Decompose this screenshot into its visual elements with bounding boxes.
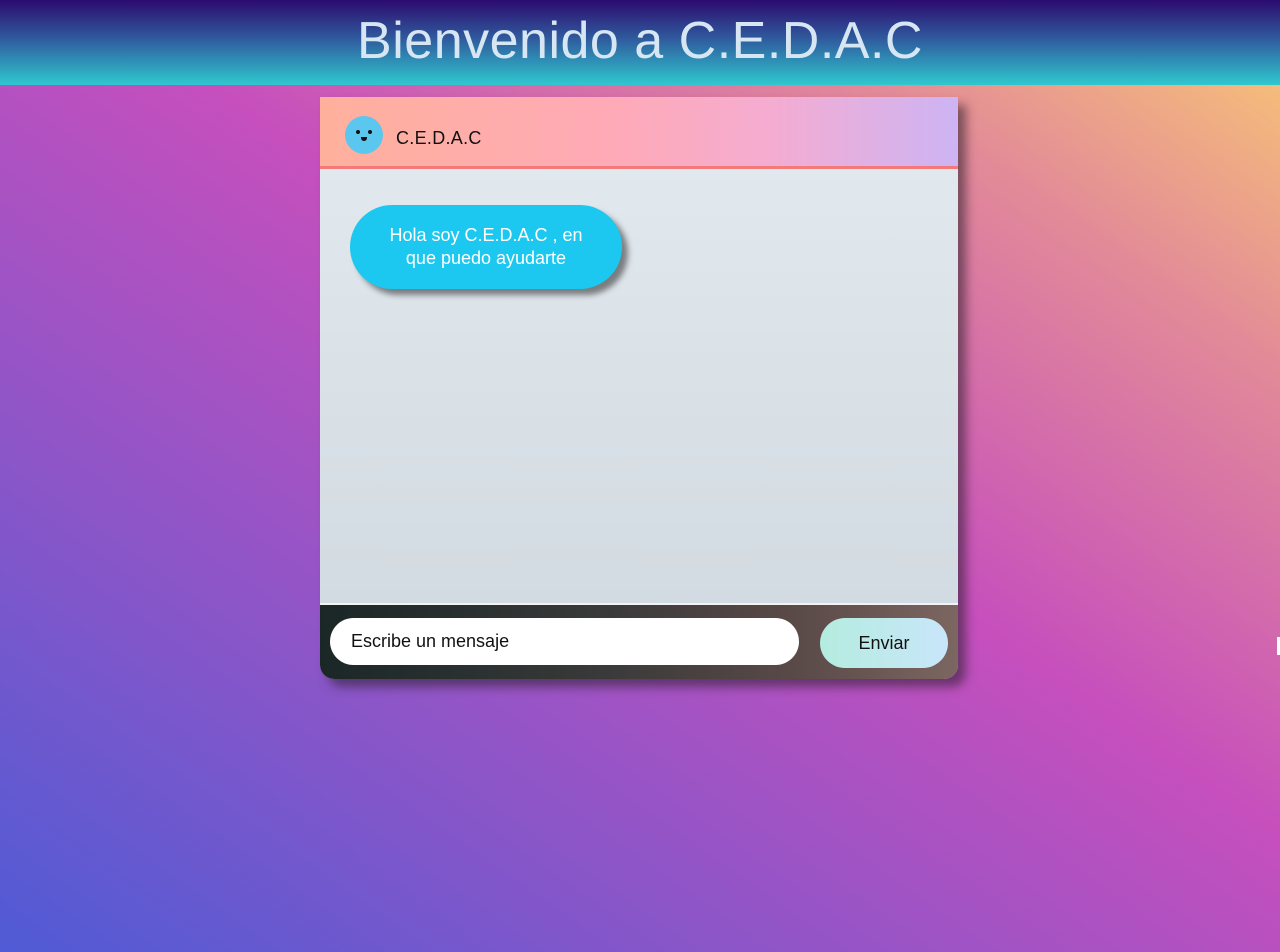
- page-title: Bienvenido a C.E.D.A.C: [357, 11, 923, 70]
- bot-message-bubble: Hola soy C.E.D.A.C , en que puedo ayudar…: [350, 205, 622, 289]
- send-button[interactable]: Enviar: [820, 618, 948, 668]
- chat-window: C.E.D.A.C Hola soy C.E.D.A.C , en que pu…: [320, 97, 958, 679]
- avatar-mouth: [361, 137, 367, 141]
- robot-face-icon: [345, 116, 383, 154]
- page-header: Bienvenido a C.E.D.A.C: [0, 0, 1280, 85]
- bot-name: C.E.D.A.C: [396, 128, 482, 148]
- chat-messages[interactable]: Hola soy C.E.D.A.C , en que puedo ayudar…: [320, 169, 958, 603]
- avatar-left-eye: [356, 130, 360, 134]
- chat-input-bar: Enviar: [320, 603, 958, 679]
- avatar-right-eye: [368, 130, 372, 134]
- message-input[interactable]: [330, 618, 799, 665]
- chat-header: C.E.D.A.C: [320, 97, 958, 169]
- bot-message-text: Hola soy C.E.D.A.C , en que puedo ayudar…: [389, 225, 583, 268]
